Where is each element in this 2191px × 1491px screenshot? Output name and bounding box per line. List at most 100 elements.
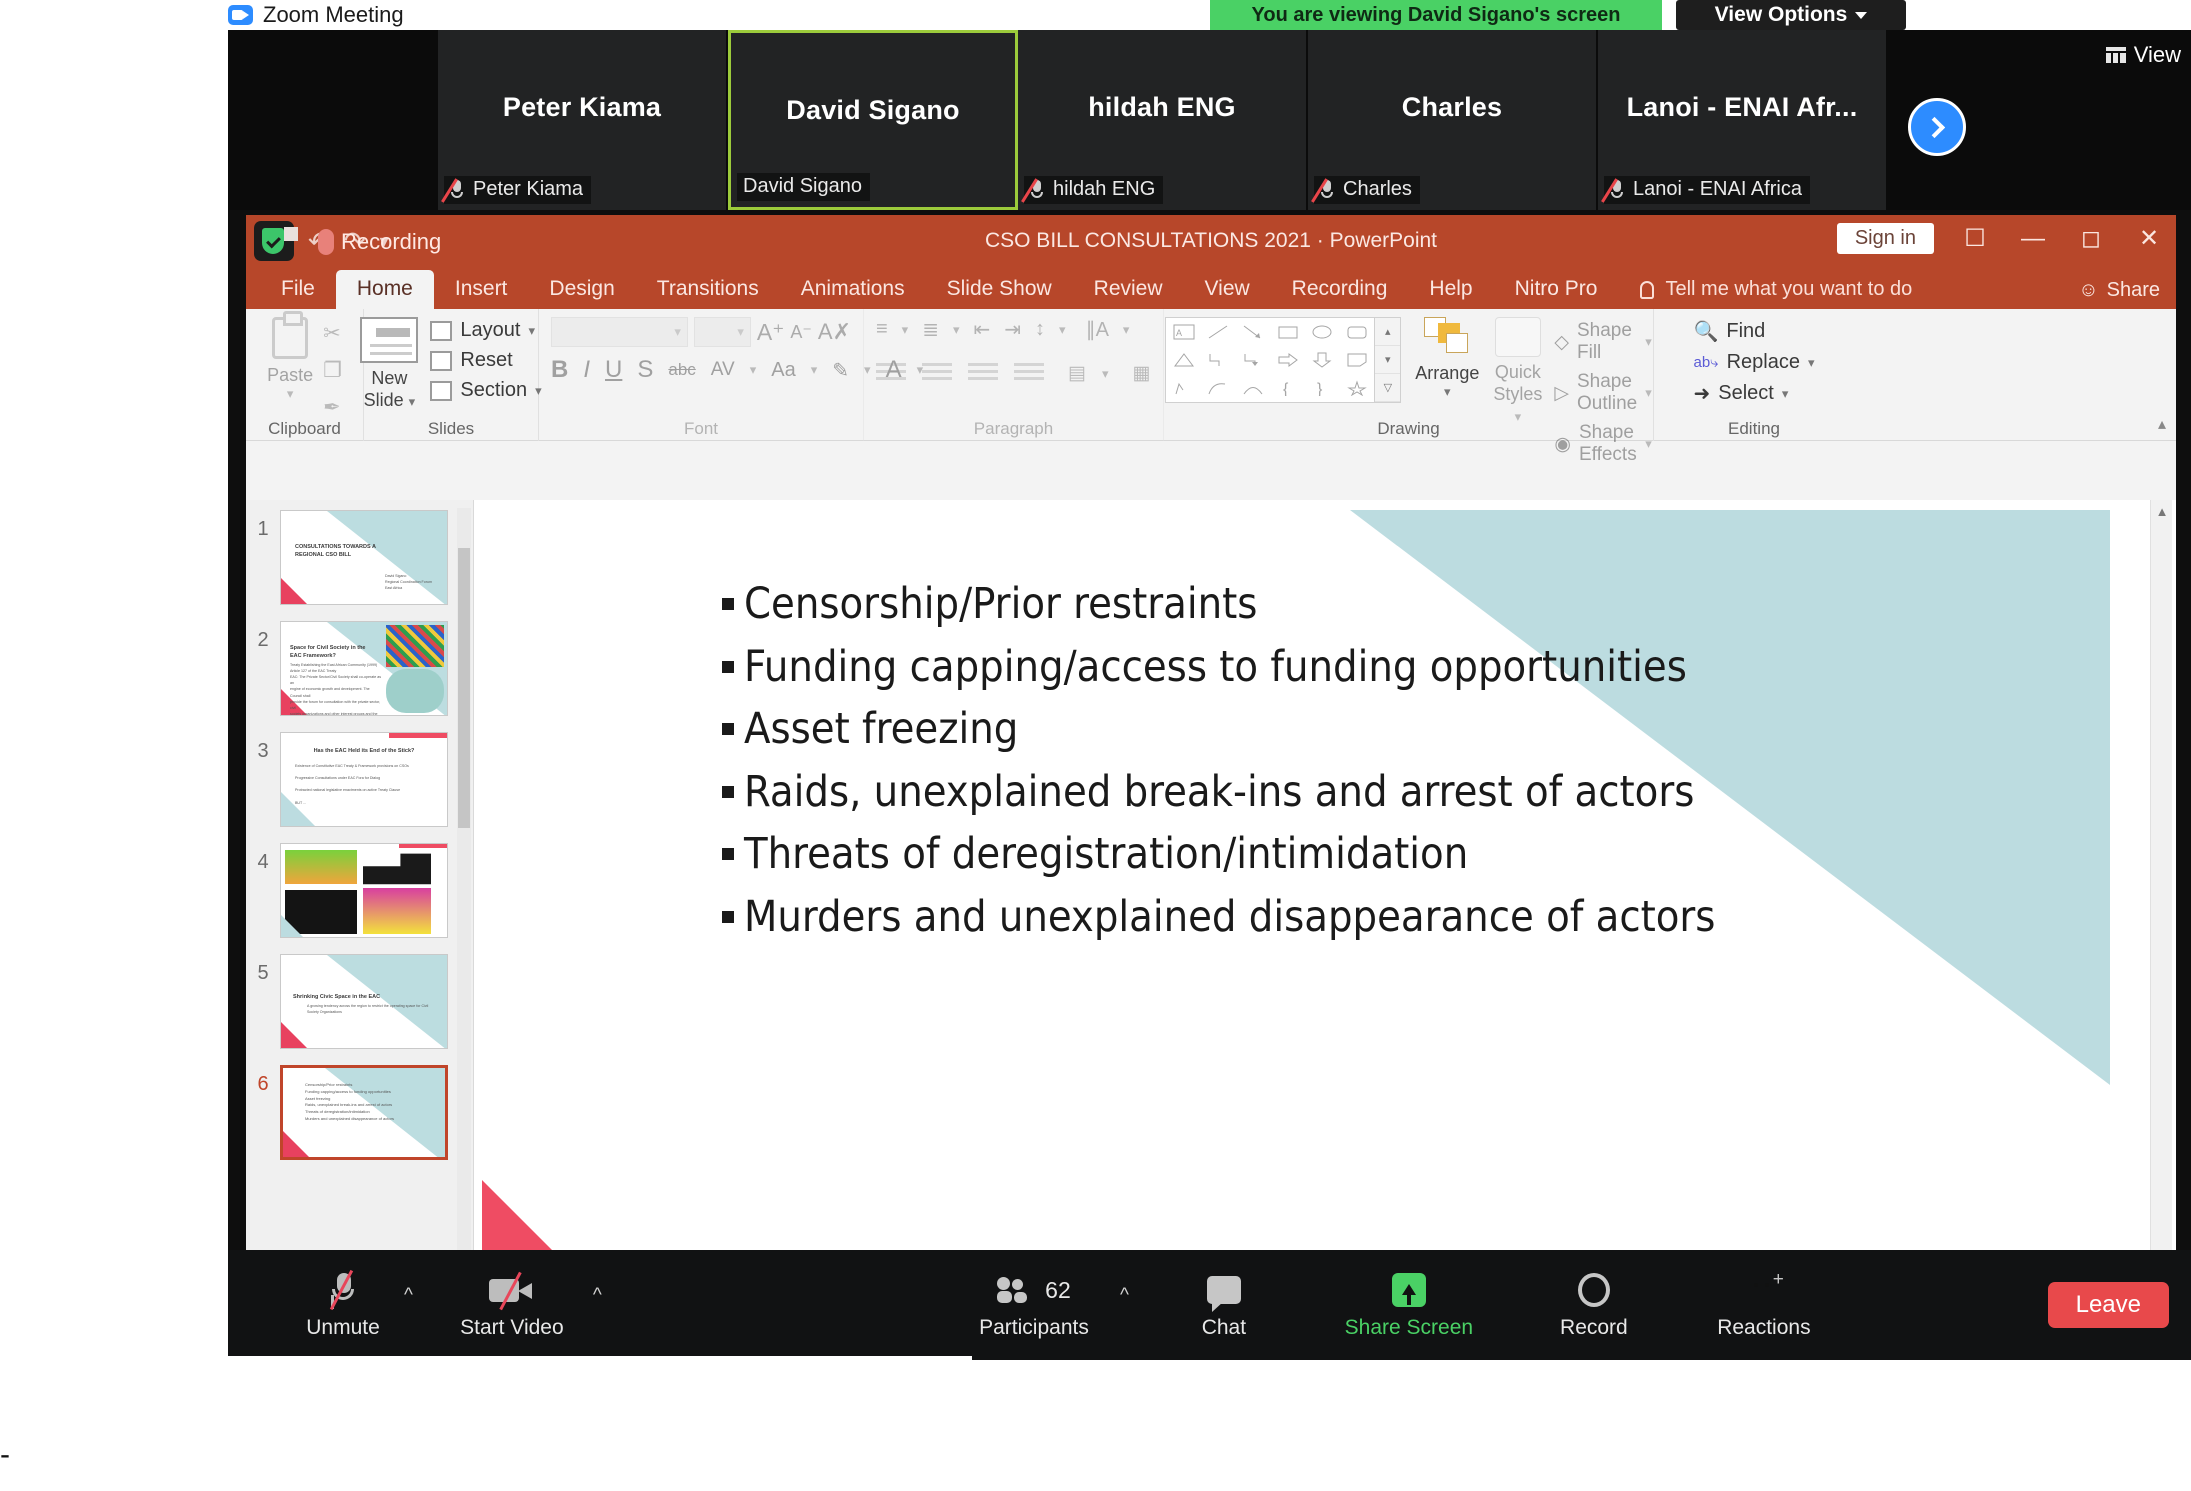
tab-nitro-pro[interactable]: Nitro Pro [1494,270,1619,309]
reset-button[interactable]: Reset [430,349,541,372]
shapes-gallery[interactable]: A {} ▴ ▾ ▽ [1165,317,1402,403]
share-button[interactable]: ☺ Share [2078,279,2160,302]
shapes-more-icon[interactable]: ▽ [1375,374,1401,402]
tab-recording[interactable]: Recording [1271,270,1409,309]
grow-font-icon[interactable]: A⁺ [757,319,784,346]
slide-bullet-list[interactable]: Censorship/Prior restraints Funding capp… [722,580,2080,955]
justify-icon[interactable] [1014,362,1044,385]
line-spacing-icon[interactable]: ↕ [1035,318,1045,341]
thumbnail-row-3[interactable]: 3 Has the EAC Held its End of the Stick?… [246,732,473,827]
font-name-combo[interactable]: ▾ [551,317,688,347]
thumbnail-scroll-thumb[interactable] [458,548,470,828]
convert-to-smartart-icon[interactable]: ▦ [1132,362,1150,385]
thumbnail-slide-3[interactable]: Has the EAC Held its End of the Stick? E… [280,732,448,827]
reactions-button[interactable]: + Reactions [1689,1269,1839,1340]
scroll-up-icon[interactable]: ▲ [2151,500,2173,522]
thumbnail-row-5[interactable]: 5 Shrinking Civic Space in the EAC A gro… [246,954,473,1049]
collapse-ribbon-icon[interactable]: ▴ [2158,414,2176,440]
section-button[interactable]: Section ▾ [430,379,542,402]
tab-transitions[interactable]: Transitions [636,270,780,309]
video-options-chevron-icon[interactable]: ^ [593,1285,602,1307]
text-direction-icon[interactable]: ∥A [1086,317,1109,342]
thumbnail-row-2[interactable]: 2 Space for Civil Society in the EAC Fra… [246,621,473,716]
thumbnail-row-4[interactable]: 4 [246,843,473,938]
slide-vertical-scrollbar[interactable]: ▲ ▼ [2150,500,2172,1270]
shape-outline-button[interactable]: ▷ Shape Outline ▾ [1554,371,1651,415]
italic-button[interactable]: I [583,356,590,384]
shape-fill-button[interactable]: ◇ Shape Fill ▾ [1554,320,1651,364]
chevron-right-icon[interactable] [1908,98,1966,156]
tab-insert[interactable]: Insert [434,270,529,309]
ribbon-display-options-icon[interactable]: ☐ [1958,224,1992,253]
sign-in-button[interactable]: Sign in [1836,223,1934,254]
quick-styles-button[interactable]: Quick Styles ▾ [1493,317,1542,427]
participants-button[interactable]: 62 Participants [954,1271,1114,1340]
underline-button[interactable]: U [605,356,622,384]
audio-options-chevron-icon[interactable]: ^ [404,1285,413,1307]
minimize-icon[interactable]: — [2016,225,2050,253]
video-tile-peter-kiama[interactable]: Peter Kiama Peter Kiama [438,30,728,210]
record-button[interactable]: Record [1539,1271,1649,1340]
video-tile-david-sigano[interactable]: David Sigano David Sigano [728,30,1018,210]
new-slide-button[interactable]: New Slide ▾ [360,317,419,411]
tab-view[interactable]: View [1184,270,1271,309]
shapes-scroll-down-icon[interactable]: ▾ [1375,346,1401,374]
view-options-button[interactable]: View Options [1676,0,1906,30]
shrink-font-icon[interactable]: A⁻ [790,322,812,343]
thumbnail-slide-5[interactable]: Shrinking Civic Space in the EAC A growi… [280,954,448,1049]
start-video-button[interactable]: Start Video [437,1271,587,1340]
bold-button[interactable]: B [551,356,568,384]
text-highlight-icon[interactable]: ✎ [832,358,849,383]
close-icon[interactable]: ✕ [2132,224,2166,253]
tab-file[interactable]: File [260,270,336,309]
scissors-icon[interactable]: ✂ [323,321,342,346]
paste-button[interactable]: Paste ▾ [267,311,313,402]
tab-help[interactable]: Help [1408,270,1493,309]
video-tile-charles[interactable]: Charles Charles [1308,30,1598,210]
tab-home[interactable]: Home [335,270,434,309]
shapes-grid[interactable]: A {} [1165,317,1376,403]
slide-thumbnail-panel[interactable]: 1 CONSULTATIONS TOWARDS A REGIONAL CSO B… [246,500,474,1300]
align-left-icon[interactable] [876,362,906,385]
thumbnail-row-1[interactable]: 1 CONSULTATIONS TOWARDS A REGIONAL CSO B… [246,510,473,605]
change-case-button[interactable]: Aa [771,359,795,382]
clear-formatting-icon[interactable]: A✗ [818,319,851,345]
text-shadow-button[interactable]: S [637,356,653,384]
video-tile-hildah-eng[interactable]: hildah ENG hildah ENG [1018,30,1308,210]
format-painter-icon[interactable]: ✒ [323,395,342,420]
character-spacing-button[interactable]: AV [711,359,735,381]
thumbnail-slide-2[interactable]: Space for Civil Society in the EAC Frame… [280,621,448,716]
thumbnail-slide-4[interactable] [280,843,448,938]
tab-review[interactable]: Review [1073,270,1184,309]
strikethrough-button[interactable]: abc [668,360,695,380]
tab-animations[interactable]: Animations [780,270,926,309]
arrange-button[interactable]: Arrange ▾ [1415,317,1479,400]
share-screen-button[interactable]: Share Screen [1319,1271,1499,1340]
tab-slide-show[interactable]: Slide Show [926,270,1073,309]
copy-icon[interactable]: ❐ [323,358,342,383]
tab-design[interactable]: Design [528,270,635,309]
thumbnail-slide-6[interactable]: Censorship/Prior restraints Funding capp… [280,1065,448,1160]
align-center-icon[interactable] [922,362,952,385]
unmute-button[interactable]: Unmute [288,1269,398,1340]
columns-icon[interactable]: ▤ [1068,362,1086,385]
replace-button[interactable]: ab⤷ Replace ▾ [1693,351,1814,374]
select-button[interactable]: ➜ Select ▾ [1693,381,1788,406]
current-slide[interactable]: Censorship/Prior restraints Funding capp… [482,510,2110,1300]
restore-icon[interactable]: ◻ [2074,224,2108,253]
decrease-indent-icon[interactable]: ⇤ [974,317,991,342]
find-button[interactable]: 🔍 Find [1693,319,1765,344]
chat-button[interactable]: Chat [1169,1271,1279,1340]
bullets-icon[interactable]: ≡ [876,318,888,341]
align-right-icon[interactable] [968,362,998,385]
numbering-icon[interactable]: ≣ [922,317,939,342]
participants-options-chevron-icon[interactable]: ^ [1120,1285,1129,1307]
shapes-scroll-up-icon[interactable]: ▴ [1375,318,1401,346]
leave-button[interactable]: Leave [2047,1282,2169,1328]
thumbnail-scrollbar[interactable] [457,508,471,1292]
shapes-scroll[interactable]: ▴ ▾ ▽ [1375,317,1402,403]
layout-button[interactable]: Layout ▾ [430,319,541,342]
video-tile-lanoi-enai-africa[interactable]: Lanoi - ENAI Afr... Lanoi - ENAI Africa [1598,30,1888,210]
tell-me-search[interactable]: Tell me what you want to do [1640,278,1912,309]
thumbnail-row-6[interactable]: 6 Censorship/Prior restraints Funding ca… [246,1065,473,1160]
